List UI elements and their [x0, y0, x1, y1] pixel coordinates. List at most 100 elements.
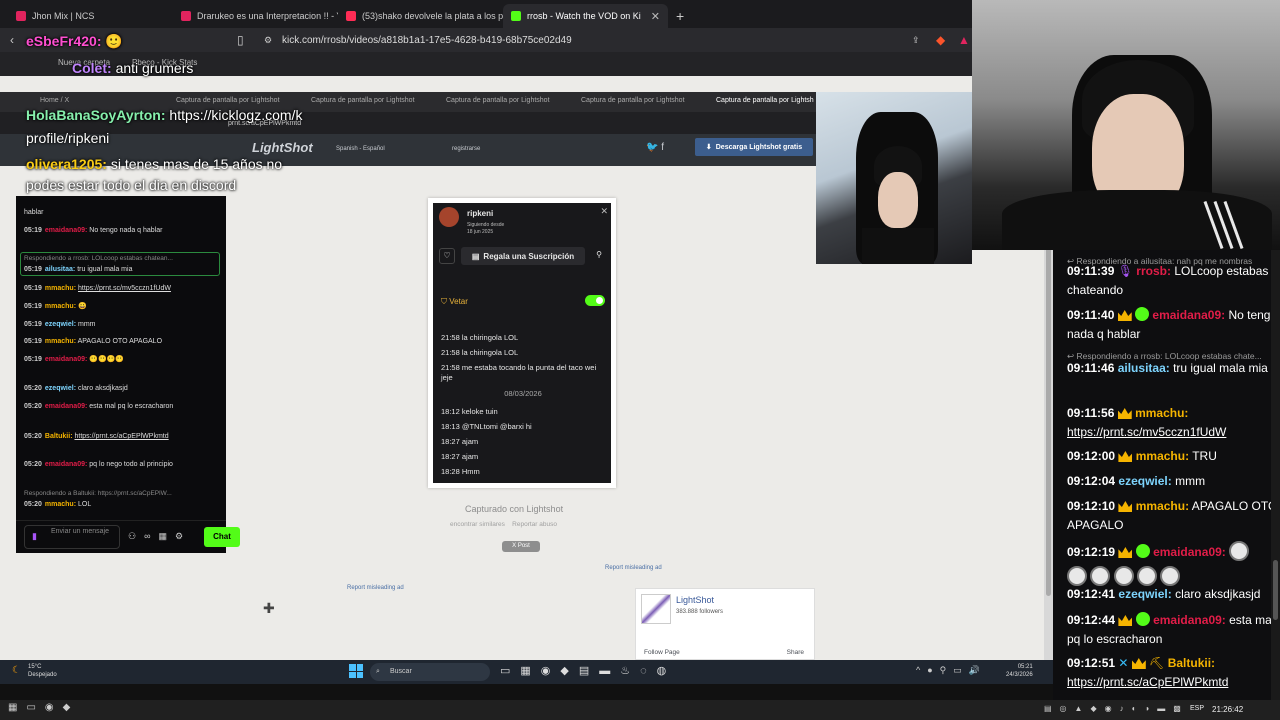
back-icon[interactable]: ‹ [10, 33, 14, 47]
url-field[interactable]: kick.com/rrosb/videos/a818b1a1-17e5-4628… [282, 35, 572, 46]
taskbar-clock[interactable]: 05:21 24/3/2026 [1006, 663, 1033, 679]
chat-username[interactable]: emaidana09: [1152, 308, 1225, 322]
taskbar-clock[interactable]: 21:26:42 [1212, 705, 1243, 714]
download-button[interactable]: ⬇ Descarga Lightshot gratis [695, 138, 813, 156]
chat-username[interactable]: mmachu: [1135, 406, 1188, 420]
heart-icon: ♡ [439, 248, 455, 264]
chat-input[interactable]: Enviar un mensaje [24, 525, 120, 549]
lightshot-logo[interactable]: LightShot [252, 140, 313, 155]
report-ad-link[interactable]: Report misleading ad [347, 585, 404, 591]
keyboard-language[interactable]: ESP [1190, 705, 1204, 712]
browser-tab[interactable]: (53)shako devolvele la plata a los pib [338, 4, 503, 28]
message-history: 21:58 la chiringola LOL 21:58 la chiring… [441, 330, 605, 479]
chat-username[interactable]: ezeqwiel: [45, 385, 76, 392]
inner-tab[interactable]: Home / X [40, 97, 69, 104]
browser-tab[interactable]: Jhon Mix | NCS [8, 4, 173, 28]
chat-username[interactable]: emaidana09: [1153, 545, 1226, 559]
chat-link[interactable]: https://prnt.sc/aCpEPlWPkmtd [74, 433, 168, 440]
chat-username[interactable]: Baltukii: [1168, 656, 1215, 670]
history-message: 18:28 Hmm [441, 467, 480, 476]
fb-page-name[interactable]: LightShot [676, 595, 714, 605]
overlay-username: eSbeFr420: [26, 33, 102, 49]
chat-username[interactable]: ailusitaa: [45, 266, 75, 273]
weather-widget[interactable]: 15°C Despejado [28, 663, 57, 679]
twitter-icon[interactable]: 🐦 f [646, 142, 664, 153]
chat-text: tru igual mala mia [1173, 361, 1268, 375]
chat-username[interactable]: rrosb: [1136, 264, 1171, 278]
profile-username: ripkeni [467, 209, 494, 218]
chat-username[interactable]: ezeqwiel: [1118, 474, 1171, 488]
chat-username[interactable]: emaidana09: [45, 403, 87, 410]
chat-username[interactable]: mmachu: [1136, 449, 1189, 463]
chat-time: 05:19 [24, 285, 42, 292]
x-post-button[interactable]: X Post [502, 541, 540, 552]
chat-username[interactable]: emaidana09: [45, 461, 87, 468]
taskbar-apps-icon[interactable]: ▦▭◉◆ [8, 702, 79, 713]
fb-share-button[interactable]: Share [787, 649, 804, 656]
system-tray-icon[interactable]: ▤◎▲◆◉♪◐◑▬▩ [1044, 704, 1189, 713]
register-link[interactable]: registrarse [452, 146, 480, 152]
chat-time: 09:12:44 [1067, 613, 1116, 627]
chat-username[interactable]: mmachu: [45, 501, 76, 508]
pickaxe-icon: ⛏ [1149, 656, 1165, 670]
report-abuse-link[interactable]: Reportar abuso [512, 521, 557, 528]
fb-follow-button[interactable]: Follow Page [644, 649, 680, 656]
inner-tab[interactable]: Captura de pantalla por Lightshot [446, 97, 550, 104]
system-tray-icon[interactable]: ^●⚲▭🔊 [916, 665, 987, 676]
taskbar-search[interactable]: ⌕ Buscar [370, 663, 490, 681]
site-info-icon[interactable]: ⚙ [264, 35, 272, 46]
inner-tab-active[interactable]: Captura de pantalla por Lightsh [716, 97, 814, 104]
overlay-line: olivera1205: si tenes mas de 15 años no [26, 156, 282, 172]
person-face [878, 172, 918, 228]
close-tab-icon[interactable]: ✕ [651, 10, 660, 23]
clock-time: 05:21 [1017, 664, 1033, 670]
chat-username[interactable]: emaidana09: [45, 227, 87, 234]
chat-scrollbar[interactable] [1271, 250, 1280, 700]
mic-icon: 🎙 [1117, 264, 1133, 278]
verified-icon [1135, 612, 1150, 626]
screenshot-image[interactable]: ripkeni Siguiendo desde 18 jun 2025 ✕ ♡ … [428, 198, 616, 488]
chat-link[interactable]: https://prnt.sc/aCpEPlWPkmtd [1067, 675, 1228, 689]
taskbar-apps-icon[interactable]: ▭▦◉◆▤▬♨◌◍ [500, 664, 676, 677]
chat-username[interactable]: ezeqwiel: [45, 321, 76, 328]
chat-username[interactable]: mmachu: [45, 338, 76, 345]
brave-rewards-icon[interactable]: ▲ [958, 33, 970, 47]
browser-tab-active[interactable]: rrosb - Watch the VOD on Ki ✕ [503, 4, 668, 28]
chat-tools-icon[interactable]: ⚇∞▦⚙ [128, 531, 191, 542]
chat-link[interactable]: https://prnt.sc/mv5cczn1fUdW [78, 285, 171, 292]
browser-tab[interactable]: Drarukeo es una Interpretacion !! - Y [173, 4, 338, 28]
language-select[interactable]: Spanish - Español [336, 146, 385, 152]
youtube-icon [181, 11, 191, 21]
chat-send-button[interactable]: Chat [204, 527, 240, 547]
chat-username[interactable]: emaidana09: [45, 356, 87, 363]
chat-username[interactable]: emaidana09: [1153, 613, 1226, 627]
history-message: 18:27 ajam [441, 437, 479, 446]
chat-username[interactable]: mmachu: [1136, 499, 1189, 513]
chat-line: 05:20 ezeqwiel: claro aksdjkasjd [24, 384, 220, 394]
chat-text: APAGALO OTO APAGALO [77, 338, 163, 345]
emote-row [1067, 566, 1279, 587]
inner-tab[interactable]: Captura de pantalla por Lightshot [581, 97, 685, 104]
chat-username[interactable]: mmachu: [45, 285, 76, 292]
emote-icon [1229, 541, 1250, 561]
chat-username[interactable]: ailusitaa: [1118, 361, 1170, 375]
inner-taskbar: ☾ 15°C Despejado ⌕ Buscar ▭▦◉◆▤▬♨◌◍ ^●⚲▭🔊… [0, 660, 1053, 684]
chat-username[interactable]: Baltukii: [45, 433, 73, 440]
download-label: Descarga Lightshot gratis [715, 143, 803, 151]
emote-icon [1090, 566, 1111, 586]
windows-start-icon[interactable] [349, 664, 363, 678]
chat-text: esta mal pq lo escracharon [89, 403, 174, 410]
chat-username[interactable]: mmachu: [45, 303, 76, 310]
chat-link[interactable]: https://prnt.sc/mv5cczn1fUdW [1067, 425, 1226, 439]
inner-tab[interactable]: Captura de pantalla por Lightshot [311, 97, 415, 104]
brave-shield-icon[interactable]: ◆ [936, 33, 945, 47]
overlay-text: https://kicklogz.com/k [169, 107, 303, 123]
bookmark-icon[interactable]: ▯ [237, 33, 244, 47]
similar-link[interactable]: encontrar similares [450, 521, 505, 528]
chat-time: 05:20 [24, 433, 42, 440]
inner-tab[interactable]: Captura de pantalla por Lightshot [176, 97, 280, 104]
share-icon[interactable]: ⇪ [912, 35, 920, 46]
report-ad-link[interactable]: Report misleading ad [605, 565, 662, 571]
new-tab-button[interactable]: + [668, 8, 692, 28]
chat-username[interactable]: ezeqwiel: [1118, 587, 1171, 601]
